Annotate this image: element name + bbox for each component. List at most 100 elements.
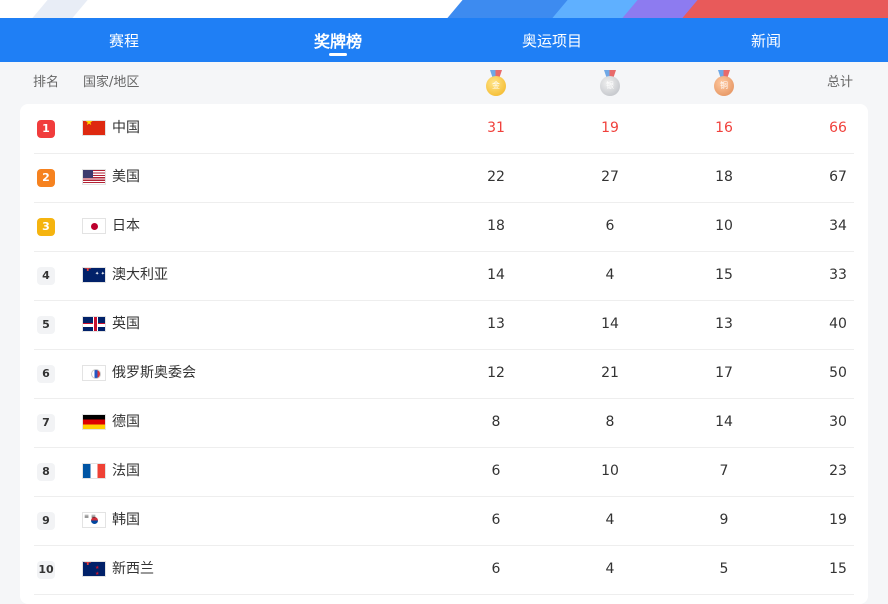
medal-disc: 银 xyxy=(600,76,620,96)
country-name: 中国 xyxy=(112,120,140,136)
gold-count: 12 xyxy=(487,365,505,381)
tab-label: 赛程 xyxy=(108,31,139,50)
total-count: 50 xyxy=(829,365,847,381)
total-count: 19 xyxy=(829,512,847,528)
total-count: 23 xyxy=(829,463,847,479)
rank-badge: 1 xyxy=(37,120,55,138)
tab-label: 奥运项目 xyxy=(521,31,582,50)
silver-count: 4 xyxy=(605,512,615,528)
header-total: 总计 xyxy=(827,75,854,90)
australia-flag-icon xyxy=(82,267,106,283)
total-count: 30 xyxy=(829,414,847,430)
table-row[interactable]: 10 新西兰 6 4 5 15 xyxy=(34,545,854,595)
roc-flag-icon xyxy=(82,365,106,381)
rank-badge: 2 xyxy=(37,169,55,187)
silver-count: 4 xyxy=(605,561,615,577)
gold-count: 6 xyxy=(491,463,501,479)
bronze-count: 7 xyxy=(719,463,729,479)
tab-label: 新闻 xyxy=(750,31,781,50)
rank-badge: 10 xyxy=(37,561,55,579)
table-row[interactable]: 6 俄罗斯奥委会 12 21 17 50 xyxy=(34,349,854,399)
rank-badge: 6 xyxy=(37,365,55,383)
bronze-medal-icon: 铜 xyxy=(713,70,735,96)
rank-badge: 7 xyxy=(37,414,55,432)
country-name: 韩国 xyxy=(112,512,140,528)
total-count: 34 xyxy=(829,218,847,234)
silver-count: 19 xyxy=(601,120,619,136)
gold-count: 14 xyxy=(487,267,505,283)
total-count: 15 xyxy=(829,561,847,577)
gold-count: 8 xyxy=(491,414,501,430)
total-count: 66 xyxy=(829,120,847,136)
table-row[interactable]: 4 澳大利亚 14 4 15 33 xyxy=(34,251,854,301)
gold-count: 31 xyxy=(487,120,505,136)
medal-table: 1中国311916662美国222718673日本18610344澳大利亚144… xyxy=(20,104,868,604)
header-country: 国家/地区 xyxy=(83,75,140,90)
rank-badge: 3 xyxy=(37,218,55,236)
bronze-count: 16 xyxy=(715,120,733,136)
korea-flag-icon xyxy=(82,512,106,528)
new-zealand-flag-icon xyxy=(82,561,106,577)
top-banner xyxy=(0,0,888,18)
rank-badge: 5 xyxy=(37,316,55,334)
japan-flag-icon xyxy=(82,218,106,234)
bronze-count: 18 xyxy=(715,169,733,185)
gold-count: 18 xyxy=(487,218,505,234)
medal-disc: 铜 xyxy=(714,76,734,96)
table-header: 排名 国家/地区 金 银 铜 总计 xyxy=(0,62,888,104)
tab-schedule[interactable]: 赛程 xyxy=(64,18,184,62)
tab-news[interactable]: 新闻 xyxy=(706,18,826,62)
banner-stripe xyxy=(682,0,888,18)
gold-count: 6 xyxy=(491,561,501,577)
bronze-count: 15 xyxy=(715,267,733,283)
bronze-count: 17 xyxy=(715,365,733,381)
header-rank: 排名 xyxy=(33,75,60,90)
table-row[interactable]: 1 中国 31 19 16 66 xyxy=(34,104,854,154)
table-row[interactable]: 3 日本 18 6 10 34 xyxy=(34,202,854,252)
total-count: 67 xyxy=(829,169,847,185)
gold-count: 13 xyxy=(487,316,505,332)
rank-badge: 4 xyxy=(37,267,55,285)
france-flag-icon xyxy=(82,463,106,479)
table-row[interactable]: 7 德国 8 8 14 30 xyxy=(34,398,854,448)
bronze-count: 5 xyxy=(719,561,729,577)
table-row[interactable]: 9 韩国 6 4 9 19 xyxy=(34,496,854,546)
silver-count: 8 xyxy=(605,414,615,430)
bronze-count: 9 xyxy=(719,512,729,528)
country-name: 新西兰 xyxy=(112,561,154,577)
silver-count: 4 xyxy=(605,267,615,283)
country-name: 德国 xyxy=(112,414,140,430)
tab-olympic-sports[interactable]: 奥运项目 xyxy=(492,18,612,62)
silver-count: 6 xyxy=(605,218,615,234)
table-row[interactable]: 2 美国 22 27 18 67 xyxy=(34,153,854,203)
tab-label: 奖牌榜 xyxy=(313,32,362,51)
country-name: 澳大利亚 xyxy=(112,267,168,283)
bronze-count: 10 xyxy=(715,218,733,234)
country-name: 英国 xyxy=(112,316,140,332)
gold-count: 22 xyxy=(487,169,505,185)
bronze-count: 14 xyxy=(715,414,733,430)
germany-flag-icon xyxy=(82,414,106,430)
silver-count: 27 xyxy=(601,169,619,185)
active-tab-indicator xyxy=(329,53,347,56)
rank-badge: 9 xyxy=(37,512,55,530)
table-row[interactable]: 8 法国 6 10 7 23 xyxy=(34,447,854,497)
country-name: 法国 xyxy=(112,463,140,479)
uk-flag-icon xyxy=(82,316,106,332)
banner-stripe xyxy=(32,0,88,18)
bronze-count: 13 xyxy=(715,316,733,332)
table-row[interactable]: 5 英国 13 14 13 40 xyxy=(34,300,854,350)
rank-badge: 8 xyxy=(37,463,55,481)
silver-medal-icon: 银 xyxy=(599,70,621,96)
gold-medal-icon: 金 xyxy=(485,70,507,96)
total-count: 40 xyxy=(829,316,847,332)
country-name: 俄罗斯奥委会 xyxy=(112,365,196,381)
tab-medal-table[interactable]: 奖牌榜 xyxy=(278,18,398,62)
silver-count: 10 xyxy=(601,463,619,479)
silver-count: 21 xyxy=(601,365,619,381)
gold-count: 6 xyxy=(491,512,501,528)
medal-disc: 金 xyxy=(486,76,506,96)
total-count: 33 xyxy=(829,267,847,283)
silver-count: 14 xyxy=(601,316,619,332)
country-name: 日本 xyxy=(112,218,140,234)
